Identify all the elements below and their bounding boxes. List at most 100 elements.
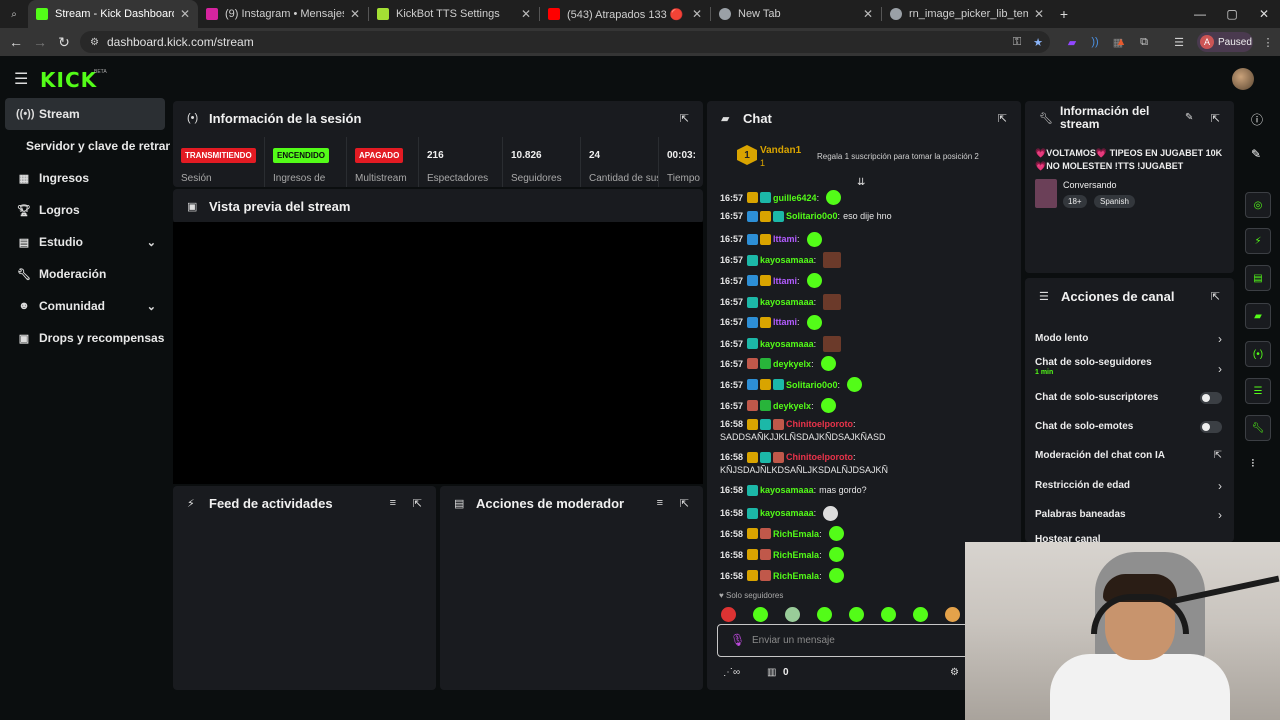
filter-icon[interactable]: ≡ bbox=[390, 497, 396, 509]
chat-message[interactable]: 16:57 deykyelx: bbox=[720, 356, 836, 372]
chevron-right-icon[interactable]: › bbox=[1218, 479, 1222, 493]
chat-message[interactable]: 16:57 Solitario0o0: bbox=[720, 377, 863, 393]
chat-message[interactable]: 16:58 Chinitoelporoto: bbox=[720, 451, 859, 463]
chat-message[interactable]: 16:57 lttami: bbox=[720, 231, 822, 247]
rail-lightning-icon[interactable]: ⚡︎ bbox=[1245, 228, 1271, 254]
scroll-down-icon[interactable]: ⇊ bbox=[857, 177, 865, 188]
tab-new-tab[interactable]: New Tab ✕ bbox=[711, 0, 881, 28]
microphone-icon[interactable]: 🎙︎ bbox=[730, 633, 745, 647]
chat-username[interactable]: Chinitoelporoto bbox=[786, 419, 853, 429]
chat-username[interactable]: lttami bbox=[773, 317, 797, 327]
chat-message[interactable]: 16:58 kayosamaaa: bbox=[720, 505, 839, 521]
rail-document-icon[interactable]: ▤ bbox=[1245, 265, 1271, 291]
chat-message[interactable]: 16:58 RichEmala: bbox=[720, 568, 844, 583]
emote-icon[interactable] bbox=[945, 607, 960, 622]
popout-icon[interactable]: ⇱ bbox=[1211, 290, 1220, 303]
filter-icon[interactable]: ≡ bbox=[657, 497, 663, 509]
tab-youtube[interactable]: (543) Atrapados 133 🔴 | Cap ✕ bbox=[540, 0, 710, 28]
chat-username[interactable]: deykyelx bbox=[773, 359, 811, 369]
emote-icon[interactable] bbox=[753, 607, 768, 622]
profile-button[interactable]: A Paused bbox=[1197, 32, 1253, 52]
maximize-icon[interactable]: ▢ bbox=[1216, 7, 1248, 21]
chat-message[interactable]: 16:57 guille6424: bbox=[720, 190, 842, 205]
emotes-only-toggle[interactable] bbox=[1200, 421, 1222, 433]
close-tab-icon[interactable]: ✕ bbox=[350, 7, 360, 21]
bookmark-star-icon[interactable]: ★ bbox=[1030, 34, 1046, 50]
external-link-icon[interactable]: ⇱ bbox=[1214, 450, 1222, 461]
chat-message[interactable]: 16:57 lttami: bbox=[720, 273, 822, 289]
chat-username[interactable]: Solitario0o0 bbox=[786, 380, 838, 390]
fox-ext-icon[interactable]: ▲ bbox=[1113, 34, 1129, 50]
sidebar-item-server-key[interactable]: Servidor y clave de retransmisión bbox=[0, 130, 170, 162]
chat-username[interactable]: RichEmala bbox=[773, 550, 819, 560]
user-avatar[interactable] bbox=[1232, 68, 1254, 90]
chat-message[interactable]: 16:58 kayosamaaa: mas gordo? bbox=[720, 484, 867, 496]
action-banned-words[interactable]: Palabras baneadas bbox=[1035, 509, 1126, 520]
close-tab-icon[interactable]: ✕ bbox=[692, 7, 702, 21]
forward-icon[interactable]: → bbox=[28, 34, 52, 50]
rail-camera-icon[interactable]: ◎ bbox=[1245, 192, 1271, 218]
sidebar-item-logros[interactable]: 🏆︎ Logros bbox=[0, 194, 170, 226]
action-followers-only[interactable]: Chat de solo-seguidores bbox=[1035, 357, 1152, 368]
store-icon[interactable]: ▥ bbox=[767, 667, 776, 678]
reload-icon[interactable]: ↻ bbox=[52, 34, 76, 51]
sidebar-item-stream[interactable]: ((•)) Stream bbox=[5, 98, 165, 130]
chat-username[interactable]: lttami bbox=[773, 234, 797, 244]
chevron-right-icon[interactable]: › bbox=[1218, 332, 1222, 346]
sidebar-item-estudio[interactable]: ▤ Estudio ⌄ bbox=[0, 226, 170, 258]
tab-search-icon[interactable]: ⌕ bbox=[0, 9, 28, 20]
emote-icon[interactable] bbox=[849, 607, 864, 622]
chat-message[interactable]: 16:58 RichEmala: bbox=[720, 547, 844, 563]
hamburger-menu-icon[interactable]: ☰ bbox=[14, 69, 28, 89]
tab-instagram[interactable]: (9) Instagram • Mensajes ✕ bbox=[198, 0, 368, 28]
close-tab-icon[interactable]: ✕ bbox=[863, 7, 873, 21]
chat-username[interactable]: kayosamaaa bbox=[760, 255, 814, 265]
chat-username[interactable]: kayosamaaa bbox=[760, 485, 814, 495]
rail-wrench-icon[interactable]: 🔧︎ bbox=[1245, 415, 1271, 441]
emote-icon[interactable] bbox=[913, 607, 928, 622]
close-tab-icon[interactable]: ✕ bbox=[180, 7, 190, 21]
site-settings-icon[interactable]: ⚙ bbox=[90, 37, 99, 48]
chat-settings-icon[interactable]: ⚙ bbox=[950, 667, 959, 678]
chat-message[interactable]: 16:58 RichEmala: bbox=[720, 526, 844, 542]
chat-username[interactable]: Solitario0o0 bbox=[786, 211, 838, 221]
rail-actions-icon[interactable]: ☰ bbox=[1245, 378, 1271, 404]
tab-kickbot[interactable]: KickBot TTS Settings ✕ bbox=[369, 0, 539, 28]
popout-icon[interactable]: ⇱ bbox=[680, 497, 689, 510]
popout-icon[interactable]: ⇱ bbox=[998, 112, 1007, 125]
info-icon[interactable]: ⓘ bbox=[1251, 111, 1263, 128]
chat-message[interactable]: 16:57 kayosamaaa: bbox=[720, 294, 842, 310]
emote-icon[interactable] bbox=[817, 607, 832, 622]
category-thumbnail[interactable] bbox=[1035, 179, 1057, 208]
sidebar-item-ingresos[interactable]: ▦ Ingresos bbox=[0, 162, 170, 194]
stream-preview-video[interactable] bbox=[173, 222, 703, 484]
audio-ext-icon[interactable]: )) bbox=[1087, 34, 1103, 50]
chat-message[interactable]: 16:57 deykyelx: bbox=[720, 398, 836, 413]
twitch-ext-icon[interactable]: ▰ bbox=[1064, 34, 1080, 50]
action-ai-moderation[interactable]: Moderación del chat con IA bbox=[1035, 450, 1165, 461]
address-bar[interactable]: ⚙ dashboard.kick.com/stream bbox=[80, 31, 1050, 53]
sidebar-item-comunidad[interactable]: ☻ Comunidad ⌄ bbox=[0, 290, 170, 322]
kick-logo[interactable]: KICK bbox=[40, 68, 97, 92]
rail-chat-icon[interactable]: ▰ bbox=[1245, 303, 1271, 329]
rail-broadcast-icon[interactable]: (•) bbox=[1245, 341, 1271, 367]
category-name[interactable]: Conversando bbox=[1063, 180, 1117, 190]
chat-message[interactable]: 16:58 Chinitoelporoto: bbox=[720, 418, 859, 430]
edit-pencil-icon[interactable]: ✎ bbox=[1185, 112, 1193, 123]
emote-icon[interactable] bbox=[881, 607, 896, 622]
action-age-restriction[interactable]: Restricción de edad bbox=[1035, 480, 1130, 491]
more-dots-icon[interactable]: ⁝ bbox=[1251, 456, 1255, 470]
chat-username[interactable]: lttami bbox=[773, 276, 797, 286]
chat-username[interactable]: RichEmala bbox=[773, 529, 819, 539]
minimize-icon[interactable]: — bbox=[1184, 7, 1216, 21]
tab-kick-dashboard[interactable]: Stream - Kick Dashboard ✕ bbox=[28, 0, 198, 28]
share-icon[interactable]: ⋰∞ bbox=[723, 667, 740, 678]
chat-message[interactable]: 16:57 kayosamaaa: bbox=[720, 252, 842, 269]
chevron-right-icon[interactable]: › bbox=[1218, 508, 1222, 522]
new-tab-plus-icon[interactable]: + bbox=[1052, 6, 1076, 22]
emote-icon[interactable] bbox=[721, 607, 736, 622]
pencil-icon[interactable]: ✎ bbox=[1251, 147, 1261, 161]
chat-username[interactable]: Chinitoelporoto bbox=[786, 452, 853, 462]
pinned-gifter[interactable]: 1 bbox=[737, 145, 757, 165]
back-icon[interactable]: ← bbox=[4, 34, 28, 50]
